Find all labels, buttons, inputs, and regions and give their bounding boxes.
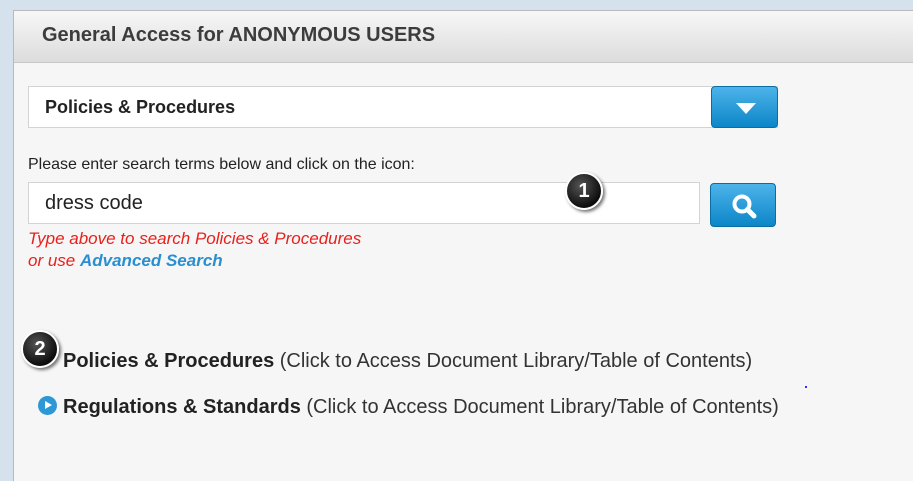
play-circle-icon	[38, 396, 57, 416]
search-hint-line: Type above to search Policies & Procedur…	[28, 229, 362, 248]
search-hint: Type above to search Policies & Procedur…	[28, 228, 361, 272]
link-description: (Click to Access Document Library/Table …	[274, 350, 753, 372]
search-icon	[732, 194, 757, 219]
link-description: (Click to Access Document Library/Table …	[300, 396, 779, 418]
stray-dot	[805, 386, 807, 388]
library-select-value: Policies & Procedures	[45, 97, 236, 117]
search-instructions: Please enter search terms below and clic…	[28, 156, 415, 173]
chevron-down-icon	[736, 103, 756, 114]
callout-badge-1: 1	[565, 172, 603, 210]
advanced-search-link[interactable]: Advanced Search	[80, 251, 223, 270]
search-button[interactable]	[710, 183, 776, 227]
search-hint-prefix: or use	[28, 251, 80, 270]
callout-badge-2: 2	[21, 330, 59, 368]
link-title: Policies & Procedures	[63, 350, 275, 372]
link-title: Regulations & Standards	[63, 396, 301, 418]
policies-procedures-link[interactable]: Policies & Procedures (Click to Access D…	[63, 350, 752, 373]
regulations-standards-link[interactable]: Regulations & Standards (Click to Access…	[38, 396, 779, 419]
panel-title: General Access for ANONYMOUS USERS	[14, 11, 913, 63]
library-select-toggle-button[interactable]	[711, 86, 778, 128]
library-select[interactable]: Policies & Procedures	[28, 86, 778, 128]
search-input-value: dress code	[45, 192, 143, 214]
